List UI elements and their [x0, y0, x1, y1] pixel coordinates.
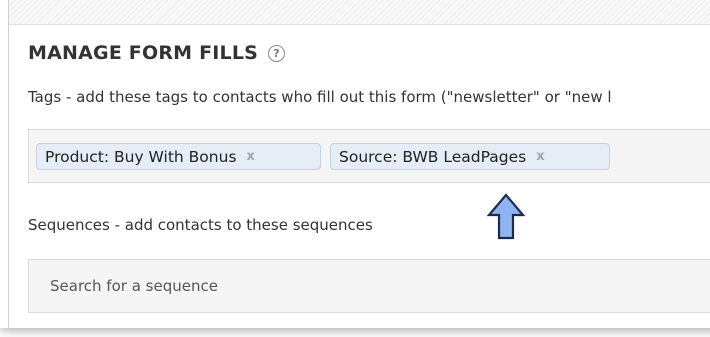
section-title: MANAGE FORM FILLS: [28, 42, 259, 64]
tag-chip: Source: BWB LeadPages x: [330, 143, 610, 170]
tags-input-box[interactable]: Product: Buy With Bonus x Source: BWB Le…: [28, 129, 710, 183]
tags-description: Tags - add these tags to contacts who fi…: [28, 88, 612, 106]
sequence-search-input[interactable]: [29, 260, 710, 312]
remove-icon[interactable]: x: [536, 149, 544, 164]
sequences-description: Sequences - add contacts to these sequen…: [28, 216, 373, 234]
form-fills-panel: MANAGE FORM FILLS ? Tags - add these tag…: [8, 0, 710, 328]
hatched-header-strip: [9, 0, 710, 25]
section-header: MANAGE FORM FILLS ?: [28, 42, 286, 64]
tag-label: Source: BWB LeadPages: [339, 147, 527, 166]
sequence-search-box[interactable]: [28, 259, 710, 313]
tag-label: Product: Buy With Bonus: [45, 147, 237, 166]
up-arrow-icon: [486, 193, 526, 240]
tag-chip: Product: Buy With Bonus x: [36, 143, 321, 170]
remove-icon[interactable]: x: [247, 149, 255, 164]
help-icon[interactable]: ?: [268, 44, 286, 62]
